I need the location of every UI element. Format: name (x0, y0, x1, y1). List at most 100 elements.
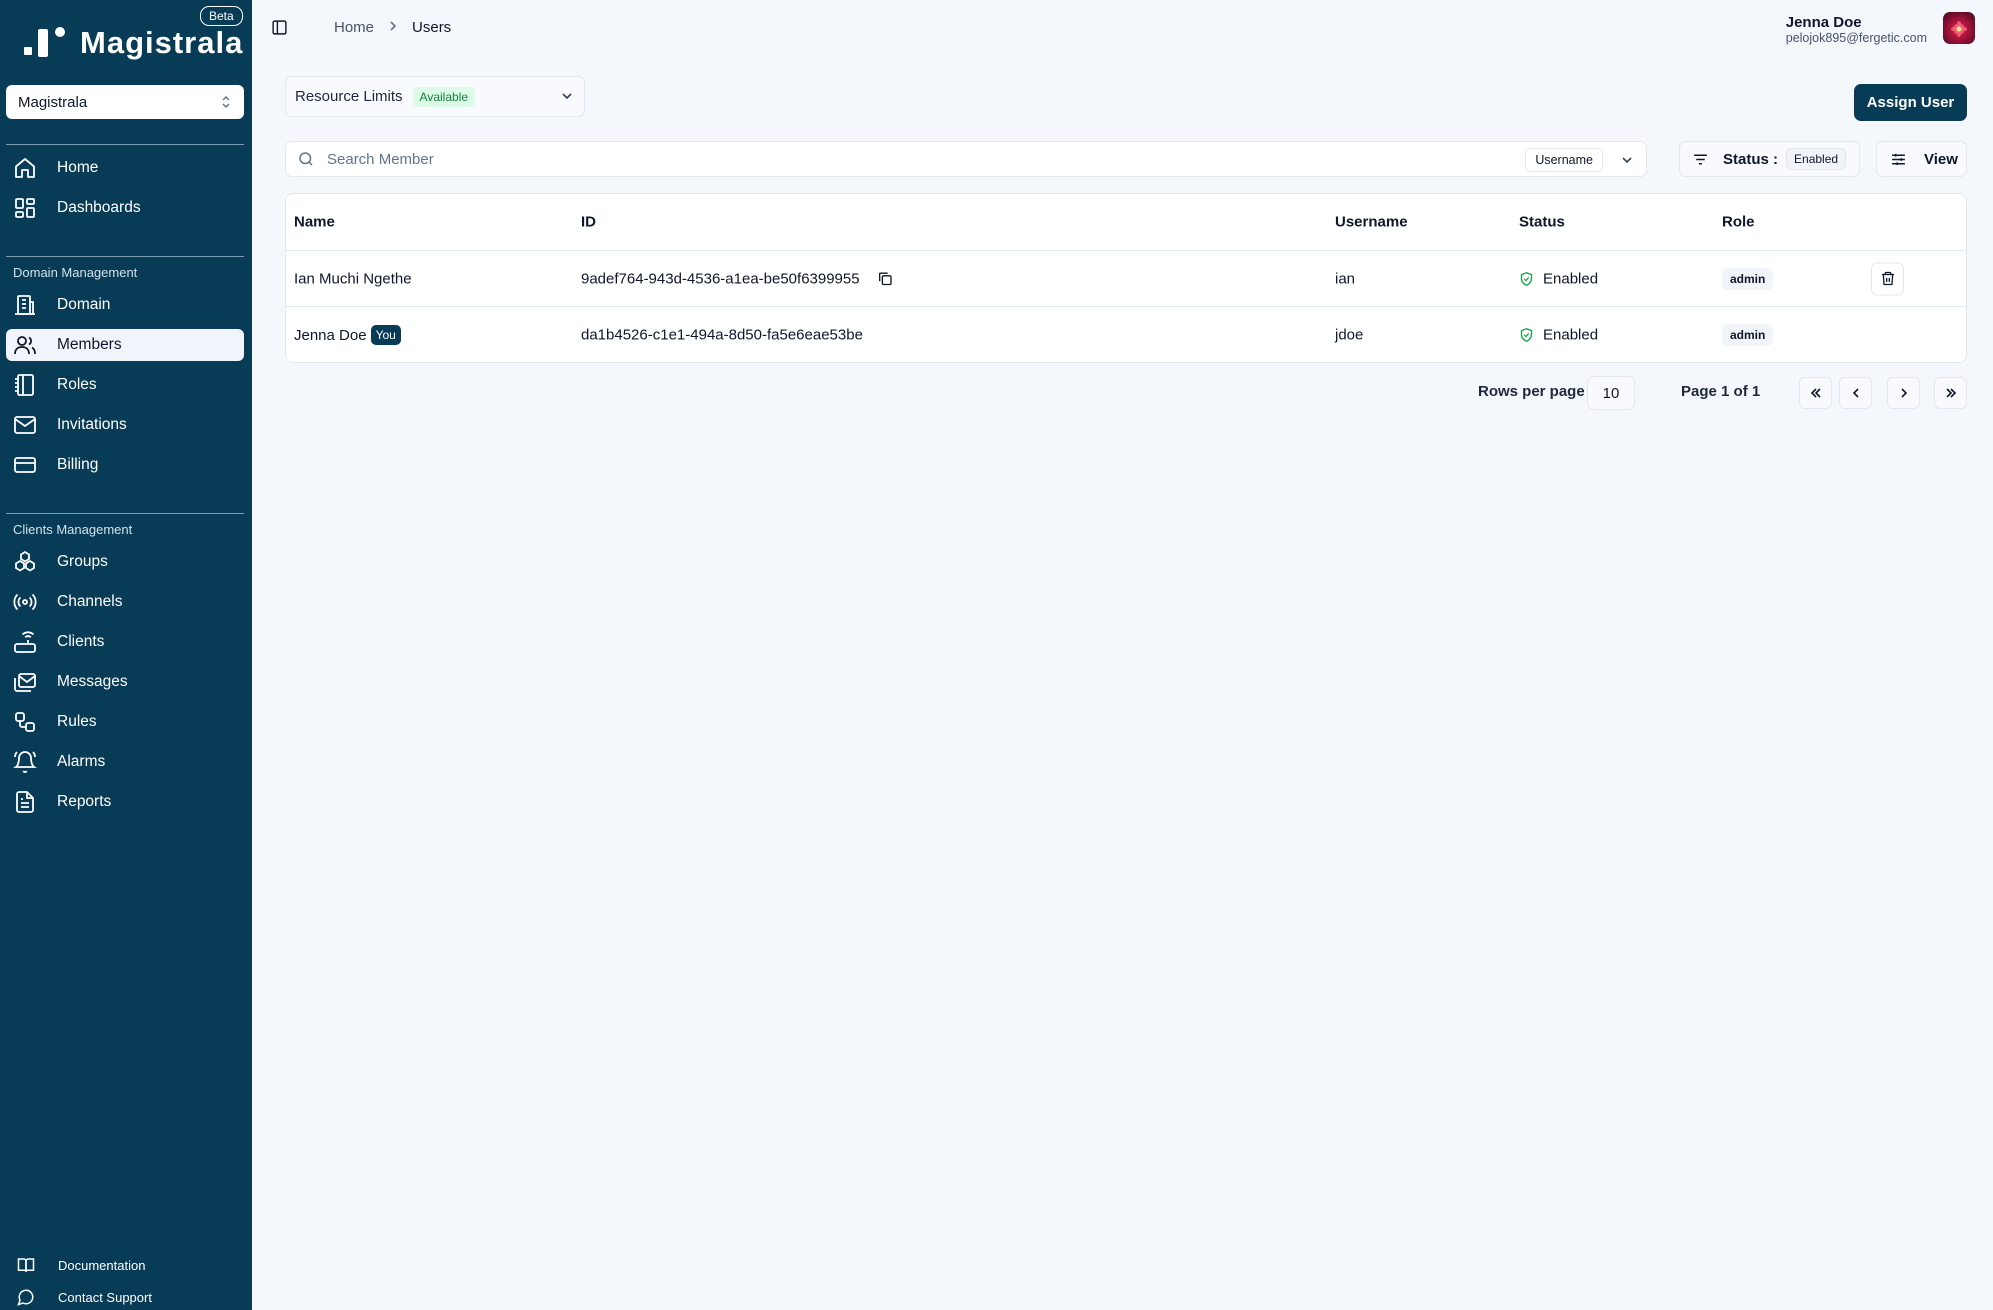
sidebar-item-clients[interactable]: Clients (6, 626, 244, 658)
sidebar-item-label: Messages (57, 673, 128, 690)
brand-name: Magistrala (80, 25, 244, 60)
rows-per-page-select[interactable]: 10 (1587, 376, 1635, 410)
sidebar-item-home[interactable]: Home (6, 152, 244, 184)
search-input[interactable]: Search Member (327, 151, 1646, 168)
status-badge: Available (412, 86, 476, 107)
magistrala-logo-icon (22, 25, 68, 61)
trash-icon (1881, 271, 1894, 286)
sidebar-item-reports[interactable]: Reports (6, 786, 244, 818)
member-name: Jenna Doe (294, 326, 367, 344)
table-header: Name ID Username Status Role (286, 194, 1966, 251)
search-bar: Search Member Username (285, 141, 1647, 177)
sidebar-divider (6, 256, 244, 257)
column-header-id[interactable]: ID (581, 214, 596, 231)
resource-limits-dropdown[interactable]: Resource Limits Available (285, 76, 585, 117)
member-username: jdoe (1335, 326, 1364, 344)
user-email: pelojok895@fergetic.com (1785, 31, 1927, 45)
sidebar-item-alarms[interactable]: Alarms (6, 746, 244, 778)
chevron-right-icon (388, 19, 398, 36)
sidebar-item-label: Home (57, 159, 99, 176)
status-filter-label: Status : (1723, 150, 1779, 168)
copy-icon[interactable] (877, 271, 893, 287)
status-text: Enabled (1543, 326, 1599, 344)
row-actions (1871, 262, 1904, 295)
chevron-down-icon[interactable] (1620, 153, 1634, 167)
sidebar-item-billing[interactable]: Billing (6, 449, 244, 481)
shield-check-icon (1520, 328, 1533, 343)
sidebar-item-documentation[interactable]: Documentation (6, 1252, 244, 1278)
section-label-clients: Clients Management (13, 522, 133, 537)
column-header-status[interactable]: Status (1519, 214, 1565, 231)
user-menu[interactable]: Jenna Doe pelojok895@fergetic.com (1786, 14, 1927, 45)
sliders-horizontal-icon (1892, 153, 1905, 165)
filter-icon (1694, 154, 1707, 164)
message-circle-icon (17, 1289, 34, 1306)
table-row[interactable]: Ian Muchi Ngethe 9adef764-943d-4536-a1ea… (286, 251, 1966, 307)
avatar[interactable] (1943, 12, 1975, 44)
sidebar-item-dashboards[interactable]: Dashboards (6, 192, 244, 224)
view-label: View (1924, 150, 1958, 168)
sidebar-item-label: Documentation (58, 1257, 146, 1273)
sidebar-item-label: Invitations (57, 416, 127, 433)
chevron-right-icon (1900, 388, 1907, 398)
sidebar-item-messages[interactable]: Messages (6, 666, 244, 698)
column-header-username[interactable]: Username (1335, 214, 1408, 231)
next-page-button[interactable] (1887, 377, 1920, 409)
chevrons-left-icon (1810, 388, 1821, 398)
sidebar-item-roles[interactable]: Roles (6, 369, 244, 401)
member-id: da1b4526-c1e1-494a-8d50-fa5e6eae53be (581, 326, 863, 344)
workflow-icon (15, 712, 35, 732)
sidebar-item-rules[interactable]: Rules (6, 706, 244, 738)
last-page-button[interactable] (1934, 377, 1967, 409)
sidebar-item-label: Dashboards (57, 199, 141, 216)
sidebar-divider (6, 513, 244, 514)
member-id-cell: 9adef764-943d-4536-a1ea-be50f6399955 (581, 270, 893, 287)
member-name: Ian Muchi Ngethe (294, 270, 412, 287)
sidebar-item-label: Clients (57, 633, 105, 650)
boxes-icon (15, 550, 35, 572)
chevron-down-icon (562, 93, 572, 100)
sidebar-item-members[interactable]: Members (6, 329, 244, 361)
status-text: Enabled (1543, 270, 1599, 287)
mails-icon (14, 673, 36, 692)
sidebar-toggle-icon[interactable] (271, 19, 288, 36)
sidebar-item-contact-support[interactable]: Contact Support (6, 1284, 244, 1310)
chevrons-up-down-icon (220, 95, 232, 109)
credit-card-icon (14, 457, 36, 473)
member-status: Enabled (1519, 270, 1598, 287)
column-header-role[interactable]: Role (1722, 214, 1755, 231)
user-name: Jenna Doe (1785, 14, 1862, 31)
breadcrumb: Home Users (334, 19, 451, 36)
member-role: admin (1722, 267, 1774, 290)
previous-page-button[interactable] (1839, 377, 1872, 409)
member-username: ian (1335, 270, 1356, 287)
you-badge: You (370, 325, 401, 345)
sidebar-item-domain[interactable]: Domain (6, 289, 244, 321)
workspace-switcher[interactable]: Magistrala (6, 85, 244, 119)
users-icon (14, 336, 36, 355)
search-field-select[interactable]: Username (1525, 148, 1603, 172)
building-icon (15, 295, 35, 315)
view-options-button[interactable]: View (1876, 141, 1967, 177)
sidebar-item-label: Groups (57, 553, 108, 570)
column-header-name[interactable]: Name (294, 214, 335, 231)
table-row[interactable]: Jenna Doe You da1b4526-c1e1-494a-8d50-fa… (286, 307, 1966, 363)
sidebar-item-groups[interactable]: Groups (6, 546, 244, 578)
sidebar-item-label: Roles (57, 376, 97, 393)
status-filter-button[interactable]: Status : Enabled (1679, 141, 1860, 177)
delete-member-button[interactable] (1871, 262, 1904, 295)
radio-icon (13, 593, 37, 611)
brand-logo[interactable]: Magistrala (22, 24, 243, 62)
sidebar-item-invitations[interactable]: Invitations (6, 409, 244, 441)
member-id: 9adef764-943d-4536-a1ea-be50f6399955 (581, 270, 860, 287)
sidebar-item-label: Contact Support (58, 1289, 152, 1305)
breadcrumb-current: Users (412, 19, 452, 36)
sidebar-item-channels[interactable]: Channels (6, 586, 244, 618)
book-icon (17, 1258, 35, 1272)
sidebar-item-label: Alarms (57, 753, 106, 770)
assign-user-button[interactable]: Assign User (1854, 84, 1967, 121)
page-indicator: Page 1 of 1 (1681, 383, 1761, 400)
first-page-button[interactable] (1799, 377, 1832, 409)
breadcrumb-home[interactable]: Home (334, 19, 374, 36)
rows-per-page-label: Rows per page (1478, 383, 1585, 400)
